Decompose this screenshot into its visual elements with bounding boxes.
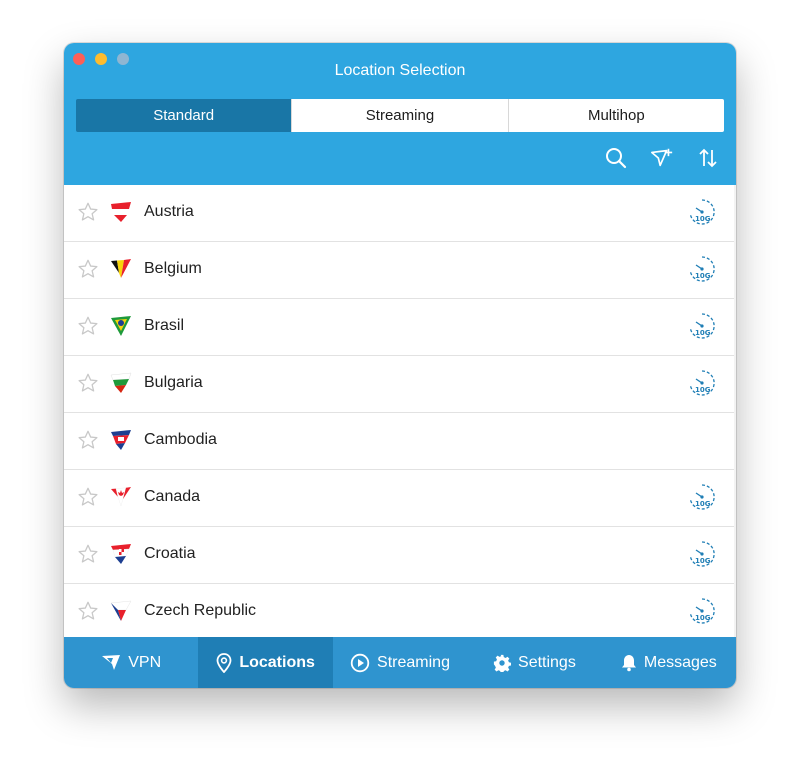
favorite-star-icon[interactable] xyxy=(77,201,99,223)
favorite-star-icon[interactable] xyxy=(77,372,99,394)
location-type-segmented-control: Standard Streaming Multihop xyxy=(76,99,724,132)
austria-flag xyxy=(111,202,131,222)
tab-messages-label: Messages xyxy=(643,653,717,671)
location-row[interactable]: Croatia 10G xyxy=(64,527,734,584)
list-scrollbar[interactable] xyxy=(734,185,736,637)
window-title: Location Selection xyxy=(334,62,466,79)
favorite-star-icon[interactable] xyxy=(77,429,99,451)
speed-10g-icon: 10G xyxy=(689,484,715,510)
segment-multihop[interactable]: Multihop xyxy=(507,99,724,132)
bottom-tab-bar: VPN Locations Streaming Settings Message… xyxy=(64,637,736,688)
czech-republic-flag xyxy=(110,600,132,621)
speed-10g-icon: 10G xyxy=(689,313,715,339)
speed-10g-icon: 10G xyxy=(689,199,715,225)
add-filter-icon[interactable] xyxy=(650,146,674,170)
svg-text:10G: 10G xyxy=(695,557,711,565)
svg-text:10G: 10G xyxy=(695,500,711,508)
country-name: Croatia xyxy=(144,545,196,562)
bulgaria-flag xyxy=(110,372,132,393)
svg-text:10G: 10G xyxy=(695,215,711,223)
country-name: Belgium xyxy=(144,260,202,277)
location-list: Austria 10G Belgium 10G Brasil 10G Bulga… xyxy=(64,185,736,637)
location-row[interactable]: Canada 10G xyxy=(64,470,734,527)
country-name: Bulgaria xyxy=(144,374,203,391)
tab-streaming[interactable]: Streaming xyxy=(333,637,467,688)
speed-10g-icon: 10G xyxy=(689,370,715,396)
country-name: Czech Republic xyxy=(144,602,257,619)
speed-10g-icon: 10G xyxy=(689,598,715,624)
tab-vpn[interactable]: VPN xyxy=(64,637,198,688)
brasil-flag xyxy=(111,316,131,336)
location-row[interactable]: Brasil 10G xyxy=(64,299,734,356)
favorite-star-icon[interactable] xyxy=(77,600,99,622)
sort-icon[interactable] xyxy=(696,146,720,170)
tab-streaming-label: Streaming xyxy=(377,653,450,671)
svg-text:10G: 10G xyxy=(695,614,711,622)
bell-icon xyxy=(621,654,636,671)
cambodia-flag xyxy=(111,430,131,450)
country-name: Brasil xyxy=(144,317,185,334)
svg-text:10G: 10G xyxy=(695,329,711,337)
country-name: Canada xyxy=(144,488,201,505)
canada-flag xyxy=(111,487,131,507)
location-row[interactable]: Czech Republic 10G xyxy=(64,584,734,637)
search-icon[interactable] xyxy=(604,146,628,170)
tab-settings[interactable]: Settings xyxy=(467,637,601,688)
favorite-star-icon[interactable] xyxy=(77,486,99,508)
croatia-flag xyxy=(111,544,131,564)
app-window: Location Selection Standard Streaming Mu… xyxy=(64,43,736,688)
segment-streaming[interactable]: Streaming xyxy=(291,99,508,132)
speed-10g-icon: 10G xyxy=(689,541,715,567)
segment-standard[interactable]: Standard xyxy=(76,99,292,132)
tab-locations[interactable]: Locations xyxy=(198,637,333,688)
location-row[interactable]: Bulgaria 10G xyxy=(64,356,734,413)
gear-icon xyxy=(493,654,512,672)
favorite-star-icon[interactable] xyxy=(77,315,99,337)
svg-text:10G: 10G xyxy=(695,272,711,280)
tab-vpn-label: VPN xyxy=(128,653,162,671)
location-row[interactable]: Austria 10G xyxy=(64,185,734,242)
belgium-flag xyxy=(111,259,131,278)
tab-locations-label: Locations xyxy=(239,653,315,671)
title-bar: Location Selection Standard Streaming Mu… xyxy=(64,43,736,185)
location-row[interactable]: Belgium 10G xyxy=(64,242,734,299)
country-name: Cambodia xyxy=(144,431,217,448)
country-name: Austria xyxy=(144,203,194,220)
speed-10g-icon: 10G xyxy=(689,256,715,282)
vpn-logo-icon xyxy=(102,654,121,670)
location-pin-icon xyxy=(216,652,232,673)
tab-messages[interactable]: Messages xyxy=(602,637,736,688)
svg-text:10G: 10G xyxy=(695,386,711,394)
list-toolbar xyxy=(604,146,720,170)
location-row[interactable]: Cambodia xyxy=(64,413,734,470)
play-circle-icon xyxy=(350,653,370,672)
favorite-star-icon[interactable] xyxy=(77,543,99,565)
favorite-star-icon[interactable] xyxy=(77,258,99,280)
tab-settings-label: Settings xyxy=(518,653,576,671)
